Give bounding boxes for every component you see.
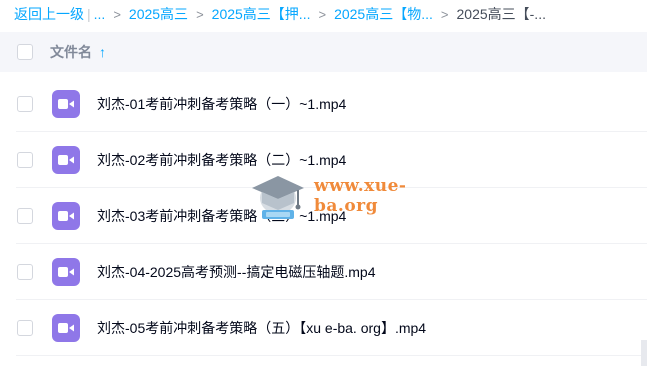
breadcrumb-current: 2025高三【-... xyxy=(456,6,546,22)
row-checkbox[interactable] xyxy=(17,96,33,112)
breadcrumb: 返回上一级 | ... > 2025高三 > 2025高三【押... > 202… xyxy=(0,0,647,28)
row-checkbox[interactable] xyxy=(17,320,33,336)
breadcrumb-item[interactable]: 2025高三 xyxy=(129,4,188,24)
video-file-icon xyxy=(52,146,80,174)
breadcrumb-item[interactable]: 2025高三【物... xyxy=(334,4,433,24)
select-all-checkbox[interactable] xyxy=(17,44,33,60)
breadcrumb-item[interactable]: 2025高三【押... xyxy=(212,4,311,24)
row-checkbox[interactable] xyxy=(17,264,33,280)
video-file-icon xyxy=(52,258,80,286)
video-file-icon xyxy=(52,90,80,118)
file-name[interactable]: 刘杰-01考前冲刺备考策略（一）~1.mp4 xyxy=(97,76,346,132)
video-file-icon xyxy=(52,314,80,342)
column-title-filename[interactable]: 文件名 xyxy=(50,42,92,62)
row-checkbox[interactable] xyxy=(17,208,33,224)
file-name[interactable]: 刘杰-05考前冲刺备考策略（五）【xu e-ba. org】.mp4 xyxy=(97,300,426,356)
file-row[interactable]: 刘杰-04-2025高考预测--搞定电磁压轴题.mp4 xyxy=(0,244,647,300)
file-row[interactable]: 刘杰-05考前冲刺备考策略（五）【xu e-ba. org】.mp4 xyxy=(0,300,647,356)
file-row[interactable]: 刘杰-01考前冲刺备考策略（一）~1.mp4 xyxy=(0,76,647,132)
breadcrumb-ellipsis[interactable]: ... xyxy=(94,6,106,22)
chevron-right-icon: > xyxy=(440,6,449,22)
scrollbar[interactable] xyxy=(641,340,647,366)
file-list-header: 文件名 ↑ xyxy=(0,32,647,72)
file-name[interactable]: 刘杰-04-2025高考预测--搞定电磁压轴题.mp4 xyxy=(97,244,376,300)
breadcrumb-divider: | xyxy=(87,6,91,22)
video-file-icon xyxy=(52,202,80,230)
chevron-right-icon: > xyxy=(196,6,204,22)
row-checkbox[interactable] xyxy=(17,152,33,168)
graduation-cap-icon xyxy=(252,176,304,219)
sort-ascending-icon[interactable]: ↑ xyxy=(99,44,106,60)
chevron-right-icon: > xyxy=(113,6,121,22)
watermark: www.xue-ba.org xyxy=(248,168,468,224)
back-link[interactable]: 返回上一级 xyxy=(14,4,84,24)
row-divider xyxy=(16,355,647,356)
watermark-text: www.xue-ba.org xyxy=(314,176,407,216)
chevron-right-icon: > xyxy=(318,6,327,22)
